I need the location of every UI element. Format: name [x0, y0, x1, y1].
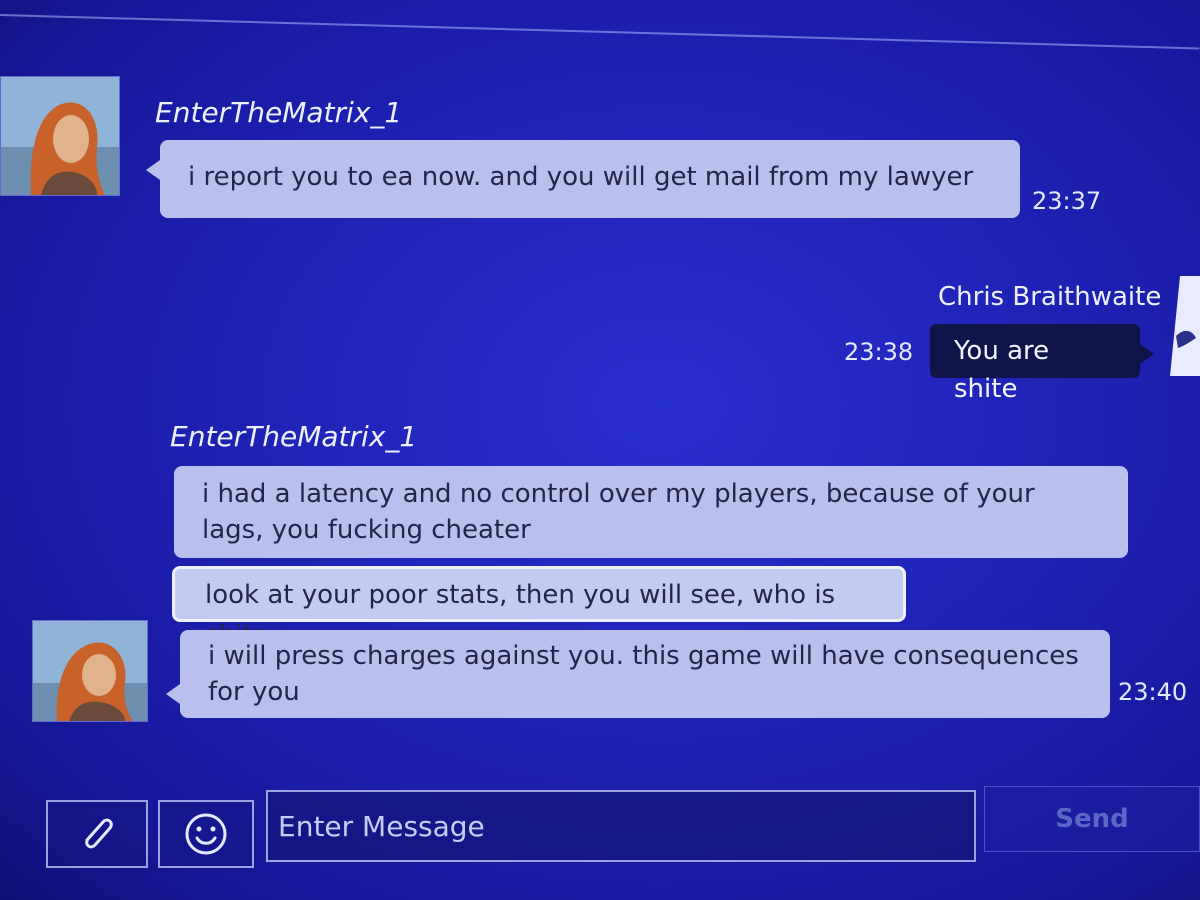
message-input-placeholder: Enter Message — [278, 809, 485, 843]
message-time: 23:40 — [1118, 678, 1188, 706]
message-time: 23:38 — [844, 338, 914, 366]
message-input[interactable]: Enter Message — [266, 790, 976, 862]
send-button-label: Send — [1055, 804, 1129, 834]
emoji-button[interactable] — [158, 800, 254, 868]
message-text: i had a latency and no control over my p… — [202, 479, 1035, 545]
sender-name: EnterTheMatrix_1 — [155, 96, 403, 129]
message-bubble-selected[interactable]: look at your poor stats, then you will s… — [172, 566, 906, 650]
avatar-image — [1, 77, 119, 195]
message-text: You are shite — [954, 336, 1050, 404]
message-bubble[interactable]: i report you to ea now. and you will get… — [146, 140, 1020, 218]
smiley-icon — [185, 813, 227, 855]
message-bubble-own[interactable]: You are shite — [930, 324, 1154, 404]
paperclip-icon — [85, 818, 113, 849]
message-bubble[interactable]: i had a latency and no control over my p… — [174, 466, 1128, 558]
message-bubble[interactable]: i will press charges against you. this g… — [166, 630, 1110, 718]
avatar-chris[interactable] — [1170, 276, 1200, 376]
avatar-image — [1170, 276, 1200, 376]
message-text: i report you to ea now. and you will get… — [188, 162, 974, 192]
send-button[interactable]: Send — [984, 786, 1200, 852]
avatar-enterthematrix[interactable] — [32, 620, 148, 722]
avatar-enterthematrix[interactable] — [0, 76, 120, 196]
message-text: i will press charges against you. this g… — [208, 641, 1079, 707]
sender-name: Chris Braithwaite — [938, 282, 1162, 312]
header-divider — [0, 14, 1200, 50]
avatar-image — [33, 621, 147, 721]
attach-button[interactable] — [46, 800, 148, 868]
message-time: 23:37 — [1032, 187, 1102, 215]
sender-name: EnterTheMatrix_1 — [170, 420, 418, 453]
